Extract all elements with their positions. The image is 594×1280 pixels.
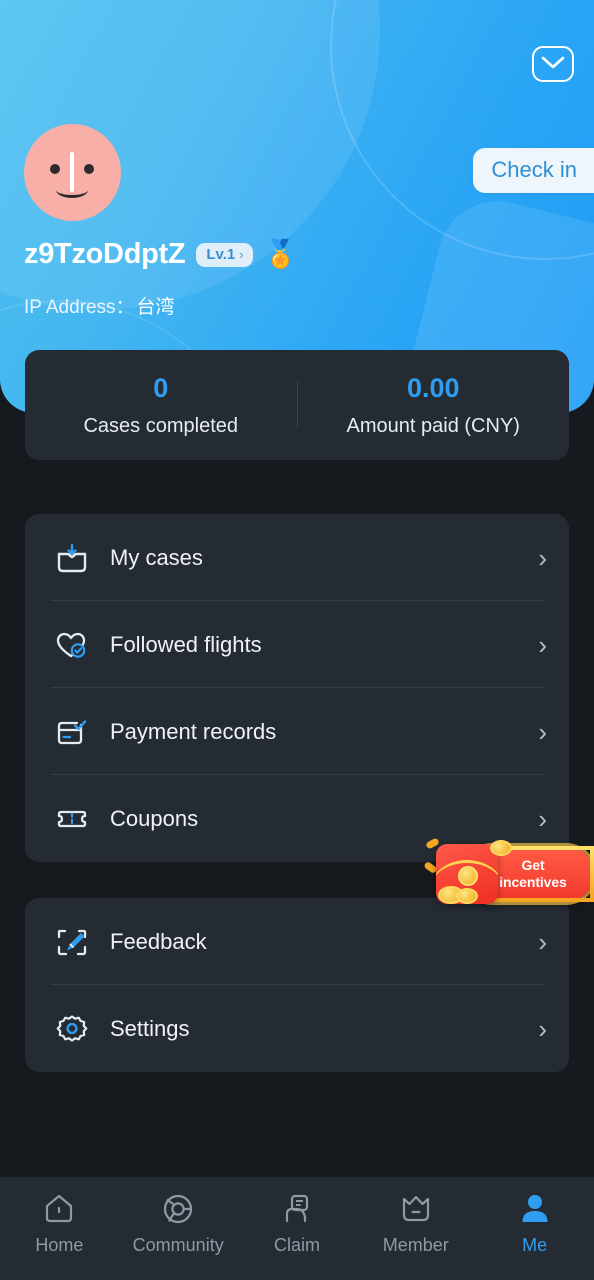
ip-address-value: 台湾 bbox=[136, 297, 175, 318]
incentive-line-2: incentives bbox=[499, 874, 567, 890]
heart-check-icon bbox=[51, 629, 93, 661]
card-check-icon bbox=[51, 716, 93, 748]
stat-value: 0.00 bbox=[406, 372, 460, 403]
person-icon bbox=[517, 1189, 553, 1229]
nav-item-member[interactable]: Member bbox=[356, 1189, 475, 1254]
primary-menu-card: My cases › Followed flights › Payment re… bbox=[25, 514, 569, 862]
menu-item-payment-records[interactable]: Payment records › bbox=[25, 688, 569, 775]
chevron-right-icon: › bbox=[538, 1013, 547, 1044]
chevron-right-icon: › bbox=[538, 803, 547, 834]
user-identity-row: z9TzoDdptZ Lv.1 › 🏅 bbox=[24, 240, 297, 269]
gold-coin-icon bbox=[490, 840, 512, 856]
chevron-right-icon: › bbox=[239, 246, 244, 262]
menu-item-label: My cases bbox=[110, 544, 203, 570]
menu-item-label: Settings bbox=[110, 1015, 190, 1041]
nav-label: Member bbox=[382, 1235, 449, 1255]
ip-address-row: IP Address： 台湾 bbox=[24, 292, 175, 319]
avatar[interactable] bbox=[24, 124, 121, 221]
gear-icon bbox=[51, 1013, 93, 1045]
level-badge[interactable]: Lv.1 › bbox=[196, 242, 253, 267]
medal-icon: 🏅 bbox=[263, 239, 298, 269]
check-in-button[interactable]: Check in bbox=[473, 148, 594, 193]
menu-item-label: Feedback bbox=[110, 928, 207, 954]
stat-value: 0 bbox=[153, 372, 169, 403]
menu-item-my-cases[interactable]: My cases › bbox=[25, 514, 569, 601]
nav-label: Community bbox=[132, 1235, 224, 1255]
nav-label: Claim bbox=[273, 1235, 320, 1255]
menu-item-label: Payment records bbox=[110, 718, 277, 744]
incentive-line-1: Get bbox=[521, 857, 545, 874]
chevron-right-icon: › bbox=[538, 542, 547, 573]
get-incentives-floating-button[interactable]: Get incentives bbox=[423, 837, 594, 910]
home-icon bbox=[41, 1189, 77, 1229]
secondary-menu-card: Feedback › Settings › bbox=[25, 898, 569, 1072]
ticket-icon bbox=[51, 803, 93, 835]
stats-card: 0 Cases completed 0.00 Amount paid (CNY) bbox=[25, 350, 569, 460]
menu-item-settings[interactable]: Settings › bbox=[25, 985, 569, 1072]
nav-item-claim[interactable]: Claim bbox=[238, 1189, 357, 1254]
menu-item-feedback[interactable]: Feedback › bbox=[25, 898, 569, 985]
nav-label: Me bbox=[522, 1235, 548, 1255]
claim-document-icon bbox=[279, 1189, 315, 1229]
chevron-right-icon: › bbox=[538, 926, 547, 957]
stat-label: Cases completed bbox=[83, 414, 239, 437]
nav-item-home[interactable]: Home bbox=[0, 1189, 119, 1254]
level-badge-label: Lv.1 bbox=[206, 245, 236, 263]
bottom-navigation-bar: Home Community Claim Member Me bbox=[0, 1177, 594, 1280]
nav-item-community[interactable]: Community bbox=[119, 1189, 238, 1254]
gold-coin-icon bbox=[456, 888, 478, 904]
nav-item-me[interactable]: Me bbox=[475, 1189, 594, 1254]
menu-item-label: Coupons bbox=[110, 805, 199, 831]
nav-label: Home bbox=[35, 1235, 84, 1255]
crown-icon bbox=[398, 1189, 434, 1229]
menu-item-label: Followed flights bbox=[110, 631, 262, 657]
community-swirl-icon bbox=[160, 1189, 196, 1229]
username: z9TzoDdptZ bbox=[24, 238, 186, 270]
avatar-eye-right bbox=[84, 164, 94, 174]
chevron-right-icon: › bbox=[538, 629, 547, 660]
stat-cases-completed[interactable]: 0 Cases completed bbox=[25, 372, 297, 437]
stat-amount-paid[interactable]: 0.00 Amount paid (CNY) bbox=[298, 372, 570, 437]
mail-envelope-icon[interactable] bbox=[532, 46, 574, 82]
menu-item-followed-flights[interactable]: Followed flights › bbox=[25, 601, 569, 688]
stat-label: Amount paid (CNY) bbox=[346, 414, 520, 437]
ip-address-label: IP Address： bbox=[24, 297, 135, 318]
avatar-mouth bbox=[56, 182, 88, 198]
chevron-right-icon: › bbox=[538, 716, 547, 747]
avatar-eye-left bbox=[50, 164, 60, 174]
envelope-center-coin bbox=[458, 866, 478, 886]
profile-screen: Check in z9TzoDdptZ Lv.1 › 🏅 IP Address：… bbox=[0, 0, 594, 1280]
get-incentives-label: Get incentives bbox=[491, 857, 567, 890]
paintbrush-icon bbox=[51, 926, 93, 958]
inbox-download-icon bbox=[51, 542, 93, 574]
